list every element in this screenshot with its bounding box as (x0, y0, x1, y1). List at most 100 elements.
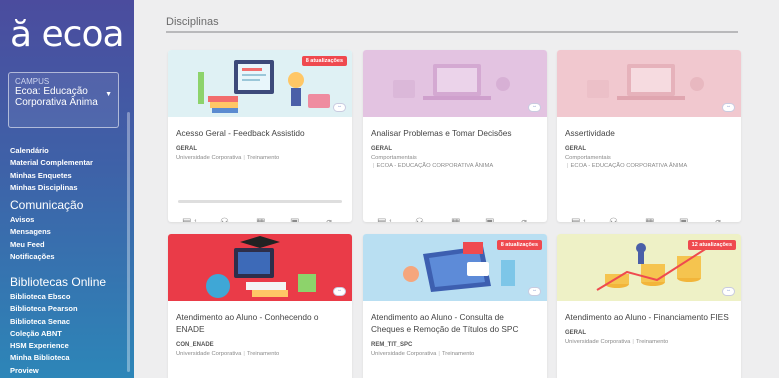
banner-illustration (393, 64, 510, 100)
attachment-icon[interactable]: ⌀ (715, 217, 721, 222)
attachment-icon[interactable]: ⌀ (521, 217, 527, 222)
card-meta-2: Treinamento (441, 351, 475, 357)
course-card[interactable]: 12 atualizações ◦◦ Atendimento ao Aluno … (557, 234, 741, 378)
nav-bibliotecas: Bibliotecas Online Biblioteca Ebsco Bibl… (10, 275, 106, 377)
card-code: GERAL (371, 146, 392, 152)
chat-bubble-icon[interactable]: ◦◦ (528, 287, 541, 296)
campus-label: CAMPUS (15, 77, 50, 86)
card-banner: 12 atualizações ◦◦ (557, 234, 741, 301)
course-card[interactable]: 8 atualizações ◦◦ Atendimento ao Aluno -… (363, 234, 547, 378)
updates-badge[interactable]: 12 atualizações (687, 240, 736, 250)
card-meta-1: Comportamentais (371, 155, 417, 161)
nav-minha-biblioteca[interactable]: Minha Biblioteca (10, 352, 106, 364)
card-title[interactable]: Analisar Problemas e Tomar Decisões (363, 127, 547, 139)
card-actions: ▤1 ⚇ ▦ ▣ ⌀ (363, 217, 547, 222)
nav-material-complementar[interactable]: Material Complementar (10, 157, 93, 169)
progress-bar (178, 200, 342, 203)
nav-biblioteca-ebsco[interactable]: Biblioteca Ebsco (10, 291, 106, 303)
chat-bubble-icon[interactable]: ◦◦ (333, 103, 346, 112)
document-icon[interactable]: ▤ (377, 217, 386, 222)
card-meta-1: Comportamentais (565, 155, 611, 161)
card-banner: 8 atualizações ◦◦ (363, 234, 547, 301)
card-title[interactable]: Atendimento ao Aluno - Consulta de Chequ… (363, 311, 547, 335)
clipboard-icon[interactable]: ▣ (679, 217, 688, 222)
card-title[interactable]: Atendimento ao Aluno - Financiamento FIE… (557, 311, 741, 323)
course-card[interactable]: ◦◦ Analisar Problemas e Tomar Decisões G… (363, 50, 547, 222)
brand-logo[interactable]: ă ecoa (10, 14, 125, 55)
campus-value: Ecoa: Educação Corporativa Ânima (15, 86, 98, 108)
clipboard-icon[interactable]: ▣ (485, 217, 494, 222)
nav-minhas-enquetes[interactable]: Minhas Enquetes (10, 170, 93, 182)
card-meta: Comportamentais | ECOA - EDUCAÇÃO CORPORA… (557, 154, 741, 170)
nav-notificacoes[interactable]: Notificações (10, 251, 83, 263)
card-meta-2: Treinamento (246, 351, 280, 357)
course-card[interactable]: ◦◦ Assertividade GERAL Comportamentais |… (557, 50, 741, 222)
course-card[interactable]: ◦◦ Atendimento ao Aluno - Conhecendo o E… (168, 234, 352, 378)
card-meta-2: ECOA - EDUCAÇÃO CORPORATIVA ÂNIMA (376, 163, 494, 169)
app: ă ecoa CAMPUS Ecoa: Educação Corporativa… (0, 0, 779, 378)
card-banner: ◦◦ (557, 50, 741, 117)
sidebar-scrollbar[interactable] (127, 112, 130, 372)
nav-calendario[interactable]: Calendário (10, 145, 93, 157)
calendar-icon[interactable]: ▦ (451, 217, 460, 222)
updates-badge[interactable]: 8 atualizações (301, 56, 347, 66)
chat-bubble-icon[interactable]: ◦◦ (528, 103, 541, 112)
card-code: CON_ENADE (176, 342, 214, 348)
card-code: REM_TIT_SPC (371, 342, 413, 348)
users-icon[interactable]: ⚇ (415, 217, 424, 222)
campus-select[interactable]: CAMPUS Ecoa: Educação Corporativa Ânima … (8, 72, 119, 128)
page-title: Disciplinas (166, 16, 219, 28)
users-icon[interactable]: ⚇ (220, 217, 229, 222)
card-meta-2: ECOA - EDUCAÇÃO CORPORATIVA ÂNIMA (570, 163, 688, 169)
nav-biblioteca-pearson[interactable]: Biblioteca Pearson (10, 303, 106, 315)
card-meta-1: Universidade Corporativa (371, 351, 437, 357)
document-count: 1 (389, 220, 392, 222)
card-meta: Universidade Corporativa | Treinamento (565, 339, 669, 345)
card-code: GERAL (565, 146, 586, 152)
card-code: GERAL (176, 146, 197, 152)
section-comunicacao-title: Comunicação (10, 198, 84, 212)
attachment-icon[interactable]: ⌀ (326, 217, 332, 222)
nav-meu-feed[interactable]: Meu Feed (10, 239, 83, 251)
updates-badge[interactable]: 8 atualizações (496, 240, 542, 250)
document-count: 1 (583, 220, 586, 222)
nav-hsm-experience[interactable]: HSM Experience (10, 340, 106, 352)
nav-main: Calendário Material Complementar Minhas … (10, 145, 93, 194)
document-icon[interactable]: ▤ (182, 217, 191, 222)
card-meta-1: Universidade Corporativa (176, 351, 242, 357)
card-banner: ◦◦ (168, 234, 352, 301)
card-meta-1: Universidade Corporativa (565, 339, 631, 345)
nav-minhas-disciplinas[interactable]: Minhas Disciplinas (10, 182, 93, 194)
card-title[interactable]: Assertividade (557, 127, 741, 139)
nav-proview[interactable]: Proview (10, 365, 106, 377)
nav-colecao-abnt[interactable]: Coleção ABNT (10, 328, 106, 340)
main-content: Disciplinas 8 atualizações ◦◦ Acesso Ger… (134, 0, 779, 378)
card-banner: 8 atualizações ◦◦ (168, 50, 352, 117)
title-divider (166, 31, 738, 33)
nav-mensagens[interactable]: Mensagens (10, 226, 83, 238)
card-banner: ◦◦ (363, 50, 547, 117)
banner-illustration (206, 236, 316, 298)
nav-comunicacao: Comunicação Avisos Mensagens Meu Feed No… (10, 198, 83, 263)
section-bibliotecas-title: Bibliotecas Online (10, 275, 107, 289)
chat-bubble-icon[interactable]: ◦◦ (333, 287, 346, 296)
chat-bubble-icon[interactable]: ◦◦ (722, 287, 735, 296)
clipboard-icon[interactable]: ▣ (290, 217, 299, 222)
nav-avisos[interactable]: Avisos (10, 214, 83, 226)
calendar-icon[interactable]: ▦ (256, 217, 265, 222)
calendar-icon[interactable]: ▦ (645, 217, 654, 222)
card-actions: ▤1 ⚇ ▦ ▣ ⌀ (168, 217, 352, 222)
caret-down-icon: ▼ (105, 91, 112, 98)
card-meta-1: Universidade Corporativa (176, 155, 242, 161)
banner-illustration (587, 64, 704, 100)
document-icon[interactable]: ▤ (571, 217, 580, 222)
card-meta: Universidade Corporativa | Treinamento (371, 351, 475, 357)
card-meta: Universidade Corporativa | Treinamento (176, 155, 280, 161)
card-title[interactable]: Atendimento ao Aluno - Conhecendo o ENAD… (168, 311, 352, 335)
card-title[interactable]: Acesso Geral - Feedback Assistido (168, 127, 352, 139)
course-card[interactable]: 8 atualizações ◦◦ Acesso Geral - Feedbac… (168, 50, 352, 222)
nav-biblioteca-senac[interactable]: Biblioteca Senac (10, 316, 106, 328)
chat-bubble-icon[interactable]: ◦◦ (722, 103, 735, 112)
document-count: 1 (194, 220, 197, 222)
users-icon[interactable]: ⚇ (609, 217, 618, 222)
